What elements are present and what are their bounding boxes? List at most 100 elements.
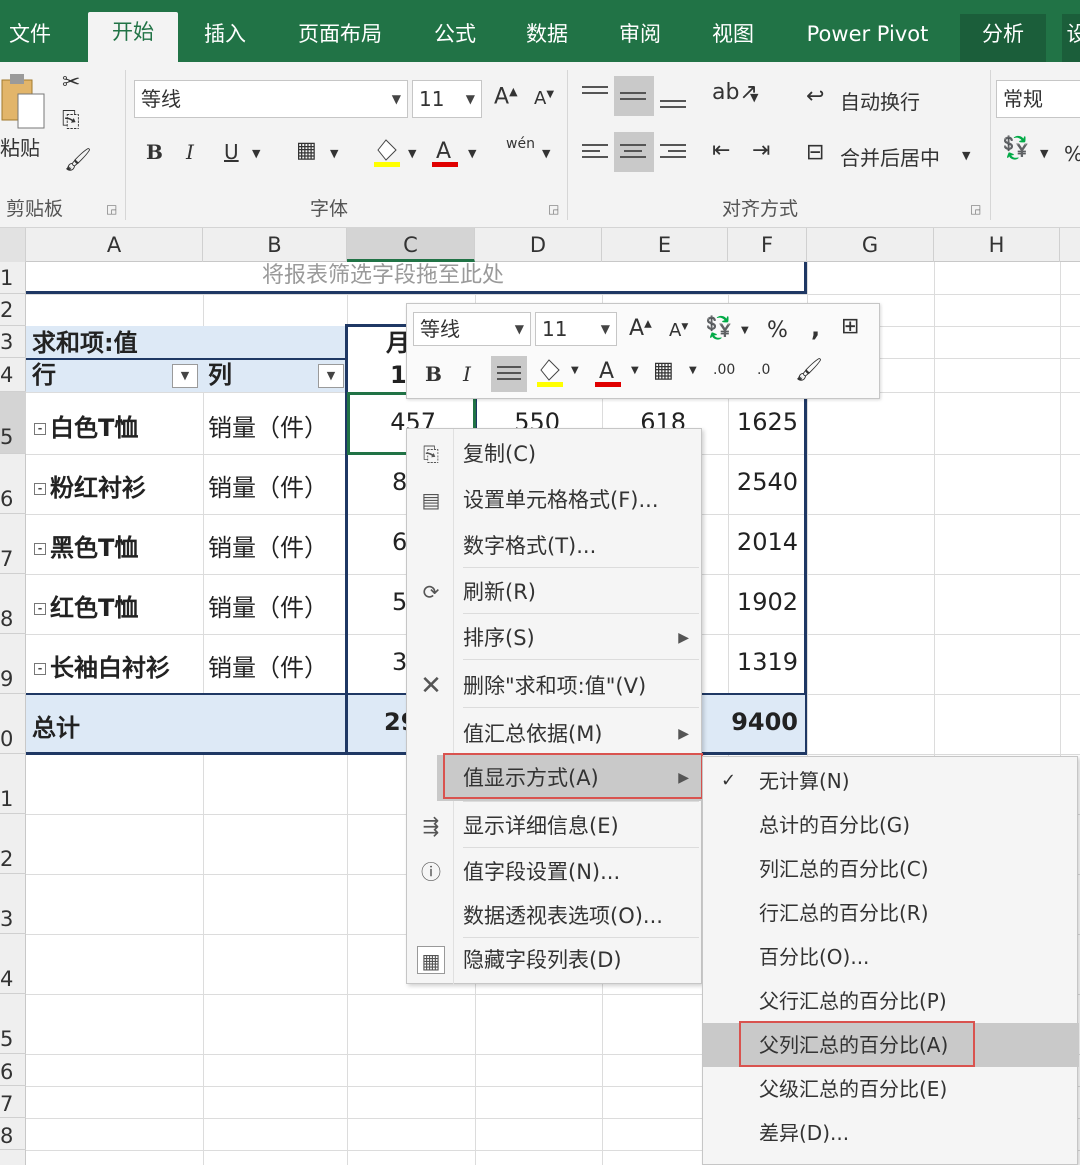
mini-center-align-icon[interactable] — [497, 362, 521, 384]
column-header-g[interactable]: G — [807, 228, 934, 262]
center-align-icon[interactable] — [620, 140, 646, 162]
mini-comma-button[interactable]: , — [811, 314, 820, 342]
grow-font-icon[interactable]: A▲ — [494, 86, 518, 108]
row-item-2[interactable]: - 粉红衬衫 — [34, 468, 146, 503]
row-header[interactable]: 8 — [0, 574, 26, 634]
row-header[interactable]: 9 — [0, 634, 26, 694]
value-cell[interactable]: 8 — [392, 468, 407, 496]
collapse-icon[interactable]: - — [34, 483, 46, 495]
row-filter-dropdown-icon[interactable]: ▼ — [172, 364, 198, 388]
underline-dropdown-icon[interactable]: ▼ — [252, 148, 260, 159]
top-align-icon[interactable] — [582, 82, 608, 98]
mini-italic-button[interactable]: I — [463, 362, 471, 386]
filter-drop-zone[interactable]: 将报表筛选字段拖至此处 — [26, 262, 807, 294]
submenu-item-percent-column-total[interactable]: 列汇总的百分比(C) — [703, 847, 1079, 891]
row-header[interactable]: 1 — [0, 754, 26, 814]
mini-fill-dropdown-icon[interactable]: ▼ — [571, 366, 579, 376]
right-align-icon[interactable] — [660, 140, 686, 162]
underline-button[interactable]: U — [224, 140, 239, 164]
mini-font-size-combo[interactable]: 11 ▼ — [535, 312, 617, 346]
phonetic-dropdown-icon[interactable]: ▼ — [542, 148, 550, 159]
value-cell[interactable]: 1625 — [728, 408, 798, 436]
column-header-f[interactable]: F — [728, 228, 807, 262]
month-sub-header[interactable]: 1 — [390, 360, 407, 390]
tab-review[interactable]: 审阅 — [605, 14, 675, 62]
paste-icon[interactable] — [0, 72, 48, 136]
wrap-text-icon[interactable]: ↩ — [806, 86, 824, 108]
font-launcher-icon[interactable]: ◲ — [548, 202, 559, 216]
row-header[interactable]: 5 — [0, 392, 26, 454]
grand-total-value[interactable]: 9400 — [728, 708, 798, 736]
value-cell[interactable]: 3 — [392, 648, 407, 676]
left-align-icon[interactable] — [582, 140, 608, 162]
row-label-header[interactable]: 行 — [32, 360, 56, 390]
font-name-combo[interactable]: 等线 ▼ — [134, 80, 408, 118]
tab-design[interactable]: 设 — [1062, 14, 1080, 62]
menu-item-hide-field-list[interactable]: ▦ 隐藏字段列表(D) — [407, 937, 703, 983]
submenu-item-no-calculation[interactable]: ✓ 无计算(N) — [703, 759, 1079, 803]
menu-item-sort[interactable]: 排序(S) ▶ — [407, 615, 703, 661]
submenu-item-percent-row-total[interactable]: 行汇总的百分比(R) — [703, 891, 1079, 935]
cut-icon[interactable]: ✂ — [62, 72, 80, 94]
shrink-font-icon[interactable]: A▼ — [534, 90, 554, 108]
tab-file[interactable]: 文件 — [0, 14, 60, 62]
row-header[interactable]: 3 — [0, 326, 26, 358]
clipboard-launcher-icon[interactable]: ◲ — [106, 202, 117, 216]
font-color-icon[interactable]: A — [430, 136, 460, 173]
row-header[interactable]: 4 — [0, 358, 26, 392]
row-header[interactable]: 0 — [0, 694, 26, 754]
menu-item-summarize-by[interactable]: 值汇总依据(M) ▶ — [407, 711, 703, 757]
font-color-dropdown-icon[interactable]: ▼ — [468, 148, 476, 159]
value-cell[interactable]: 1902 — [728, 588, 798, 616]
column-header-d[interactable]: D — [475, 228, 602, 262]
submenu-item-percent-parent-row[interactable]: 父行汇总的百分比(P) — [703, 979, 1079, 1023]
collapse-icon[interactable]: - — [34, 423, 46, 435]
italic-button[interactable]: I — [186, 140, 194, 164]
increase-indent-icon[interactable]: ⇥ — [752, 140, 770, 162]
collapse-icon[interactable]: - — [34, 543, 46, 555]
column-header-c[interactable]: C — [347, 228, 475, 262]
accounting-dropdown-icon[interactable]: ▼ — [1040, 148, 1048, 159]
mini-accounting-icon[interactable]: 💱 — [705, 318, 732, 340]
collapse-icon[interactable]: - — [34, 663, 46, 675]
mini-font-color-icon[interactable]: A — [593, 356, 623, 393]
middle-align-icon[interactable] — [620, 88, 646, 104]
tab-page-layout[interactable]: 页面布局 — [285, 14, 395, 62]
alignment-launcher-icon[interactable]: ◲ — [970, 202, 981, 216]
row-header[interactable]: 8 — [0, 1118, 26, 1150]
submenu-item-difference-from[interactable]: 差异(D)... — [703, 1111, 1079, 1155]
decrease-indent-icon[interactable]: ⇤ — [712, 140, 730, 162]
tab-home[interactable]: 开始 — [88, 12, 178, 62]
tab-view[interactable]: 视图 — [698, 14, 768, 62]
row-header[interactable]: 6 — [0, 454, 26, 514]
row-header[interactable]: 1 — [0, 262, 26, 294]
percent-button[interactable]: % — [1064, 142, 1080, 166]
mini-shrink-font-icon[interactable]: A▼ — [669, 322, 688, 340]
row-header[interactable]: 3 — [0, 874, 26, 934]
tab-data[interactable]: 数据 — [512, 14, 582, 62]
accounting-format-icon[interactable]: 💱 — [1002, 138, 1029, 160]
merge-center-button[interactable]: 合并后居中 — [840, 142, 940, 171]
row-header[interactable]: 7 — [0, 1086, 26, 1118]
col-filter-dropdown-icon[interactable]: ▼ — [318, 364, 344, 388]
menu-item-format-cells[interactable]: ▤ 设置单元格格式(F)... — [407, 477, 703, 523]
mini-fill-color-icon[interactable] — [535, 356, 565, 393]
format-painter-icon[interactable]: 🖌 — [64, 150, 92, 172]
menu-item-delete-field[interactable]: ✕ 删除"求和项:值"(V) — [407, 663, 703, 709]
mini-decrease-decimal-button[interactable]: .0 — [757, 362, 770, 378]
paste-label[interactable]: 粘贴 — [0, 132, 40, 161]
value-cell[interactable]: 1319 — [728, 648, 798, 676]
fill-color-icon[interactable] — [372, 136, 402, 173]
column-header-b[interactable]: B — [203, 228, 347, 262]
row-header[interactable]: 6 — [0, 1054, 26, 1086]
merge-center-icon[interactable]: ⊟ — [806, 142, 824, 164]
merge-dropdown-icon[interactable]: ▼ — [962, 150, 970, 161]
collapse-icon[interactable]: - — [34, 603, 46, 615]
bottom-align-icon[interactable] — [660, 96, 686, 112]
tab-formulas[interactable]: 公式 — [420, 14, 490, 62]
row-item-5[interactable]: - 长袖白衬衫 — [34, 648, 170, 683]
menu-item-copy[interactable]: ⎘ 复制(C) — [407, 431, 703, 477]
row-header[interactable]: 5 — [0, 994, 26, 1054]
mini-font-color-dropdown-icon[interactable]: ▼ — [631, 366, 639, 376]
font-size-combo[interactable]: 11 ▼ — [412, 80, 482, 118]
